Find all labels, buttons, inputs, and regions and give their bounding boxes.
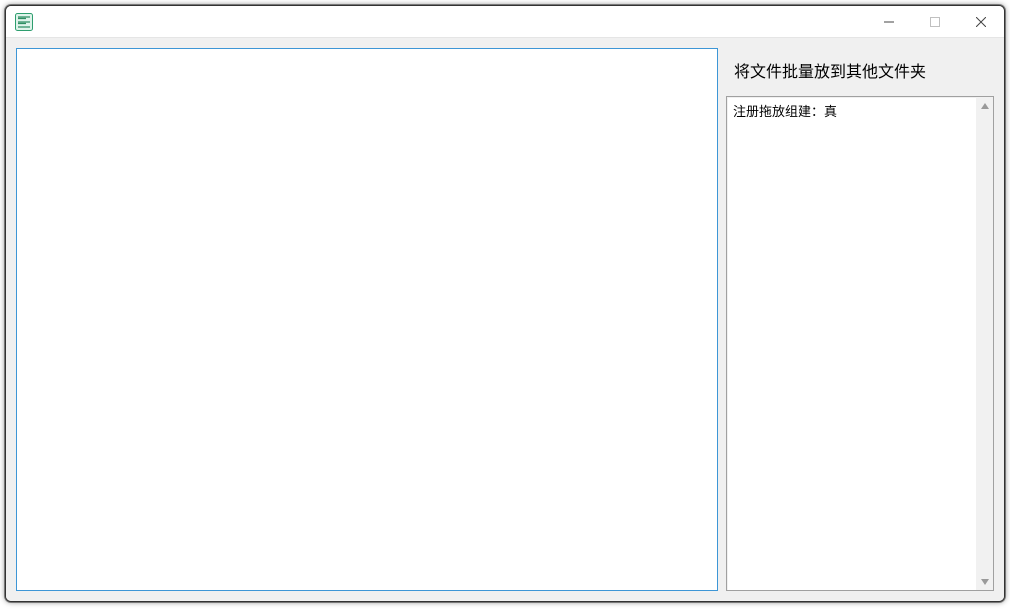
scroll-up-arrow-icon[interactable] xyxy=(976,97,993,114)
log-box: 注册拖放组建：真 xyxy=(726,96,994,591)
log-content[interactable]: 注册拖放组建：真 xyxy=(727,97,976,590)
file-drop-textarea[interactable] xyxy=(17,49,717,590)
side-panel-heading: 将文件批量放到其他文件夹 xyxy=(726,48,994,96)
minimize-button[interactable] xyxy=(866,6,912,37)
scroll-down-arrow-icon[interactable] xyxy=(976,573,993,590)
minimize-icon xyxy=(884,17,894,27)
titlebar[interactable] xyxy=(6,6,1004,38)
close-button[interactable] xyxy=(958,6,1004,37)
maximize-icon xyxy=(930,17,940,27)
maximize-button xyxy=(912,6,958,37)
app-icon xyxy=(14,12,34,32)
scrollbar-track[interactable] xyxy=(976,114,993,573)
close-icon xyxy=(976,17,986,27)
side-panel: 将文件批量放到其他文件夹 注册拖放组建：真 xyxy=(726,48,994,591)
client-area: 将文件批量放到其他文件夹 注册拖放组建：真 xyxy=(6,38,1004,601)
app-window: 将文件批量放到其他文件夹 注册拖放组建：真 xyxy=(5,5,1005,602)
window-controls xyxy=(866,6,1004,37)
drop-zone-panel xyxy=(16,48,718,591)
log-scrollbar[interactable] xyxy=(976,97,993,590)
